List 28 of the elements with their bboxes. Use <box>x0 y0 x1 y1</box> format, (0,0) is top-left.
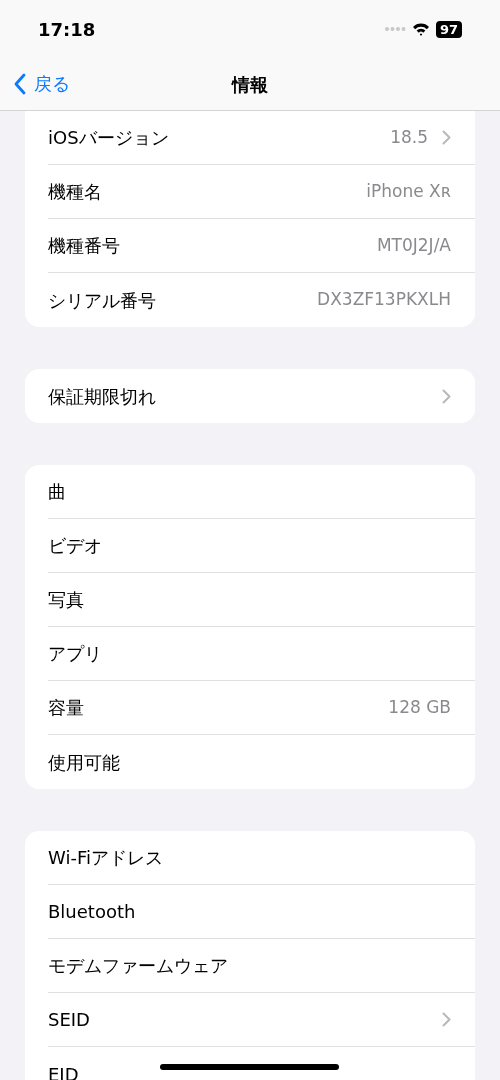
row-label: モデムファームウェア <box>48 954 228 978</box>
row-label: 写真 <box>48 588 84 612</box>
row-label: 使用可能 <box>48 750 120 775</box>
row-value: iPhone Xʀ <box>366 179 451 203</box>
row-value: 128 GB <box>388 695 451 719</box>
row-label: Wi-Fiアドレス <box>48 846 163 870</box>
row-label: iOSバージョン <box>48 126 169 150</box>
row-value: DX3ZF13PKXLH <box>317 288 451 312</box>
row-label: EID <box>48 1062 79 1080</box>
back-button[interactable]: 戻る <box>14 70 70 97</box>
chevron-left-icon <box>14 72 26 95</box>
row-value: MT0J2J/A <box>376 233 451 257</box>
row-label: 容量 <box>48 696 84 720</box>
battery-indicator: 97 <box>435 20 462 38</box>
cellular-signal-icon <box>383 26 406 32</box>
row-label: SEID <box>48 1008 90 1032</box>
row-label: アプリ <box>48 642 102 666</box>
row-label: 保証期限切れ <box>48 384 156 409</box>
row-label: 機種番号 <box>48 234 120 258</box>
row-label: Bluetooth <box>48 900 136 924</box>
row-label: 曲 <box>48 480 66 504</box>
row-value: 18.5 <box>390 125 428 149</box>
row-label: 機種名 <box>48 180 102 204</box>
wifi-icon <box>411 22 430 36</box>
status-time: 17:18 <box>38 17 96 42</box>
row-label: ビデオ <box>48 534 102 558</box>
page-title: 情報 <box>232 72 268 97</box>
row-label: シリアル番号 <box>48 288 156 313</box>
